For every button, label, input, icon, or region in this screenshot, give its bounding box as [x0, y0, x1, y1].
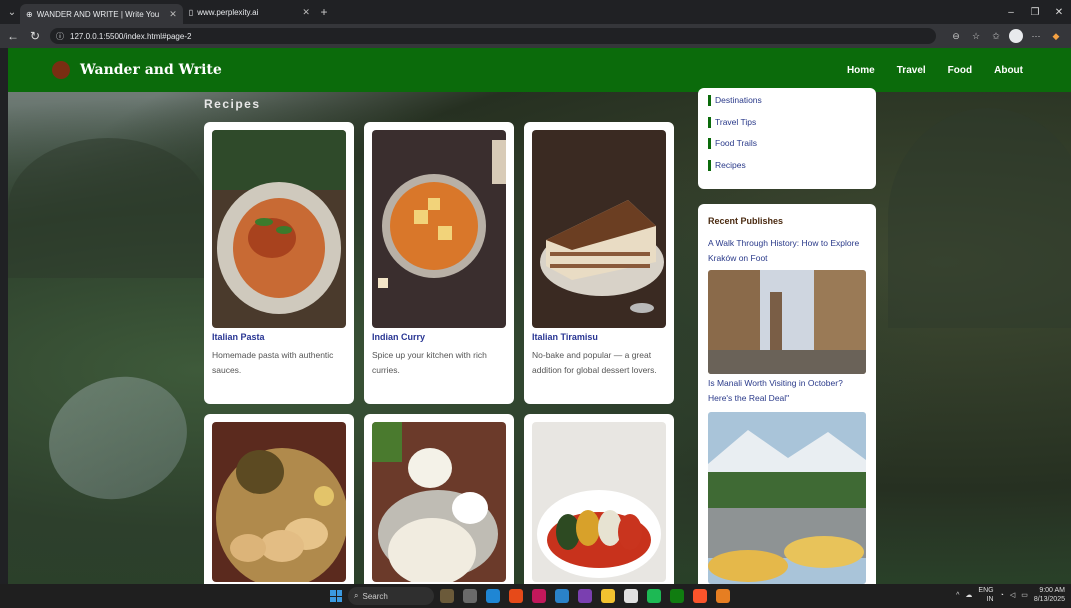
back-icon[interactable]: ←	[4, 29, 22, 43]
recipe-card[interactable]	[204, 414, 354, 584]
tab-wander-and-write[interactable]: ⊕ WANDER AND WRITE | Write You ✕	[20, 4, 183, 24]
taskbar-search[interactable]: ⌕ Search	[348, 587, 434, 605]
recipe-description: Spice up your kitchen with rich curries.	[372, 350, 487, 375]
chrome-icon[interactable]	[509, 589, 523, 603]
chevron-up-icon[interactable]: ^	[956, 592, 959, 599]
tab-strip: ⌄ ⊕ WANDER AND WRITE | Write You ✕ ▯ www…	[0, 0, 1071, 24]
page-icon: ▯	[188, 7, 194, 17]
language-indicator[interactable]: ENG IN	[978, 586, 993, 604]
star-icon[interactable]: ☆	[969, 29, 983, 43]
zoom-icon[interactable]: ⊖	[949, 29, 963, 43]
clock[interactable]: 9:00 AM 8/13/2025	[1034, 586, 1065, 604]
recipe-card[interactable]: Indian Curry Spice up your kitchen with …	[364, 122, 514, 404]
more-icon[interactable]: ⋯	[1029, 29, 1043, 43]
windows-start-icon[interactable]	[330, 590, 342, 602]
volume-icon[interactable]: ◁	[1010, 591, 1015, 599]
app-icon[interactable]	[532, 589, 546, 603]
nav-food[interactable]: Food	[948, 65, 972, 76]
nav-travel[interactable]: Travel	[897, 65, 926, 76]
recent-publishes-widget: Recent Publishes A Walk Through History:…	[698, 204, 876, 584]
pinned-apps	[440, 589, 730, 603]
restore-icon[interactable]: ❐	[1023, 0, 1047, 24]
website: Wander and Write Home Travel Food About …	[8, 48, 1071, 584]
recipe-card[interactable]: Italian Pasta Homemade pasta with authen…	[204, 122, 354, 404]
tiramisu-image	[532, 130, 666, 328]
info-icon: ⓘ	[56, 31, 64, 41]
pasta-image	[212, 130, 346, 328]
tab-title: WANDER AND WRITE | Write You	[36, 9, 160, 19]
thali-image	[212, 422, 346, 582]
cloud-icon[interactable]: ☁	[965, 591, 972, 599]
reload-icon[interactable]: ↻	[26, 29, 44, 43]
recipe-description: Homemade pasta with authentic sauces.	[212, 350, 334, 375]
taskbar: ⌕ Search ^ ☁ ENG IN ◔ ◁ ▭ 9:00 AM 8/13/2…	[0, 584, 1071, 608]
krakow-image[interactable]	[708, 270, 866, 374]
recipe-card[interactable]	[524, 414, 674, 584]
file-explorer-icon[interactable]	[601, 589, 615, 603]
vscode-icon[interactable]	[555, 589, 569, 603]
category-link[interactable]: Travel Tips	[708, 116, 756, 128]
section-title: Recipes	[204, 97, 261, 111]
background-mountain	[8, 138, 208, 278]
url-field[interactable]: ⓘ 127.0.0.1:5500/index.html#page-2	[50, 28, 936, 44]
app-icon[interactable]	[578, 589, 592, 603]
categories-widget: Destinations Travel Tips Food Trails Rec…	[698, 88, 876, 189]
recipe-title[interactable]: Italian Tiramisu	[532, 332, 598, 342]
nav-links: Home Travel Food About	[847, 65, 1023, 76]
search-icon: ⌕	[354, 591, 359, 600]
widget-heading: Recent Publishes	[708, 216, 784, 226]
app-icon[interactable]	[716, 589, 730, 603]
manali-image[interactable]	[708, 412, 866, 584]
post-link[interactable]: Is Manali Worth Visiting in October? Her…	[708, 376, 868, 406]
brave-icon[interactable]	[693, 589, 707, 603]
tab-title: www.perplexity.ai	[197, 7, 259, 17]
recipe-title[interactable]: Italian Pasta	[212, 332, 265, 342]
edge-icon[interactable]	[486, 589, 500, 603]
nav-home[interactable]: Home	[847, 65, 875, 76]
app-icon[interactable]	[624, 589, 638, 603]
recipe-card[interactable]	[364, 414, 514, 584]
post-link[interactable]: A Walk Through History: How to Explore K…	[708, 236, 868, 266]
background-mountain	[888, 108, 1071, 328]
recipe-card[interactable]: Italian Tiramisu No-bake and popular — a…	[524, 122, 674, 404]
category-link[interactable]: Food Trails	[708, 137, 757, 149]
url-text: 127.0.0.1:5500/index.html#page-2	[70, 31, 192, 41]
site-navbar: Wander and Write Home Travel Food About	[8, 48, 1071, 92]
system-tray: ^ ☁ ENG IN ◔ ◁ ▭ 9:00 AM 8/13/2025	[956, 586, 1065, 604]
minimize-icon[interactable]: –	[999, 0, 1023, 24]
wifi-icon[interactable]: ◔	[1000, 592, 1004, 599]
xbox-icon[interactable]	[670, 589, 684, 603]
search-placeholder: Search	[362, 591, 388, 601]
category-link[interactable]: Destinations	[708, 94, 762, 106]
close-icon[interactable]: ✕	[302, 7, 310, 18]
copilot-icon[interactable]: ◆	[1049, 29, 1063, 43]
site-brand[interactable]: Wander and Write	[80, 62, 222, 78]
background-river	[31, 357, 205, 519]
close-icon[interactable]: ✕	[169, 9, 177, 20]
globe-icon: ⊕	[26, 9, 33, 19]
widget-app-icon[interactable]	[440, 589, 454, 603]
category-link[interactable]: Recipes	[708, 159, 746, 171]
spotify-icon[interactable]	[647, 589, 661, 603]
appam-image	[372, 422, 506, 582]
favorites-icon[interactable]: ✩	[989, 29, 1003, 43]
nav-about[interactable]: About	[994, 65, 1023, 76]
browser-chrome: ⌄ ⊕ WANDER AND WRITE | Write You ✕ ▯ www…	[0, 0, 1071, 48]
logo[interactable]	[52, 61, 70, 79]
new-tab-icon[interactable]: +	[316, 5, 332, 19]
ratatouille-image	[532, 422, 666, 582]
recipe-title[interactable]: Indian Curry	[372, 332, 425, 342]
task-view-icon[interactable]	[463, 589, 477, 603]
close-window-icon[interactable]: ✕	[1047, 0, 1071, 24]
tab-perplexity[interactable]: ▯ www.perplexity.ai ✕	[183, 2, 316, 22]
address-bar-row: ← ↻ ⓘ 127.0.0.1:5500/index.html#page-2 ⊖…	[0, 24, 1071, 48]
recipe-description: No-bake and popular — a great addition f…	[532, 350, 657, 375]
tab-search-chevron-icon[interactable]: ⌄	[4, 4, 20, 20]
avatar[interactable]	[1009, 29, 1023, 43]
battery-icon[interactable]: ▭	[1021, 591, 1028, 599]
curry-image	[372, 130, 506, 328]
